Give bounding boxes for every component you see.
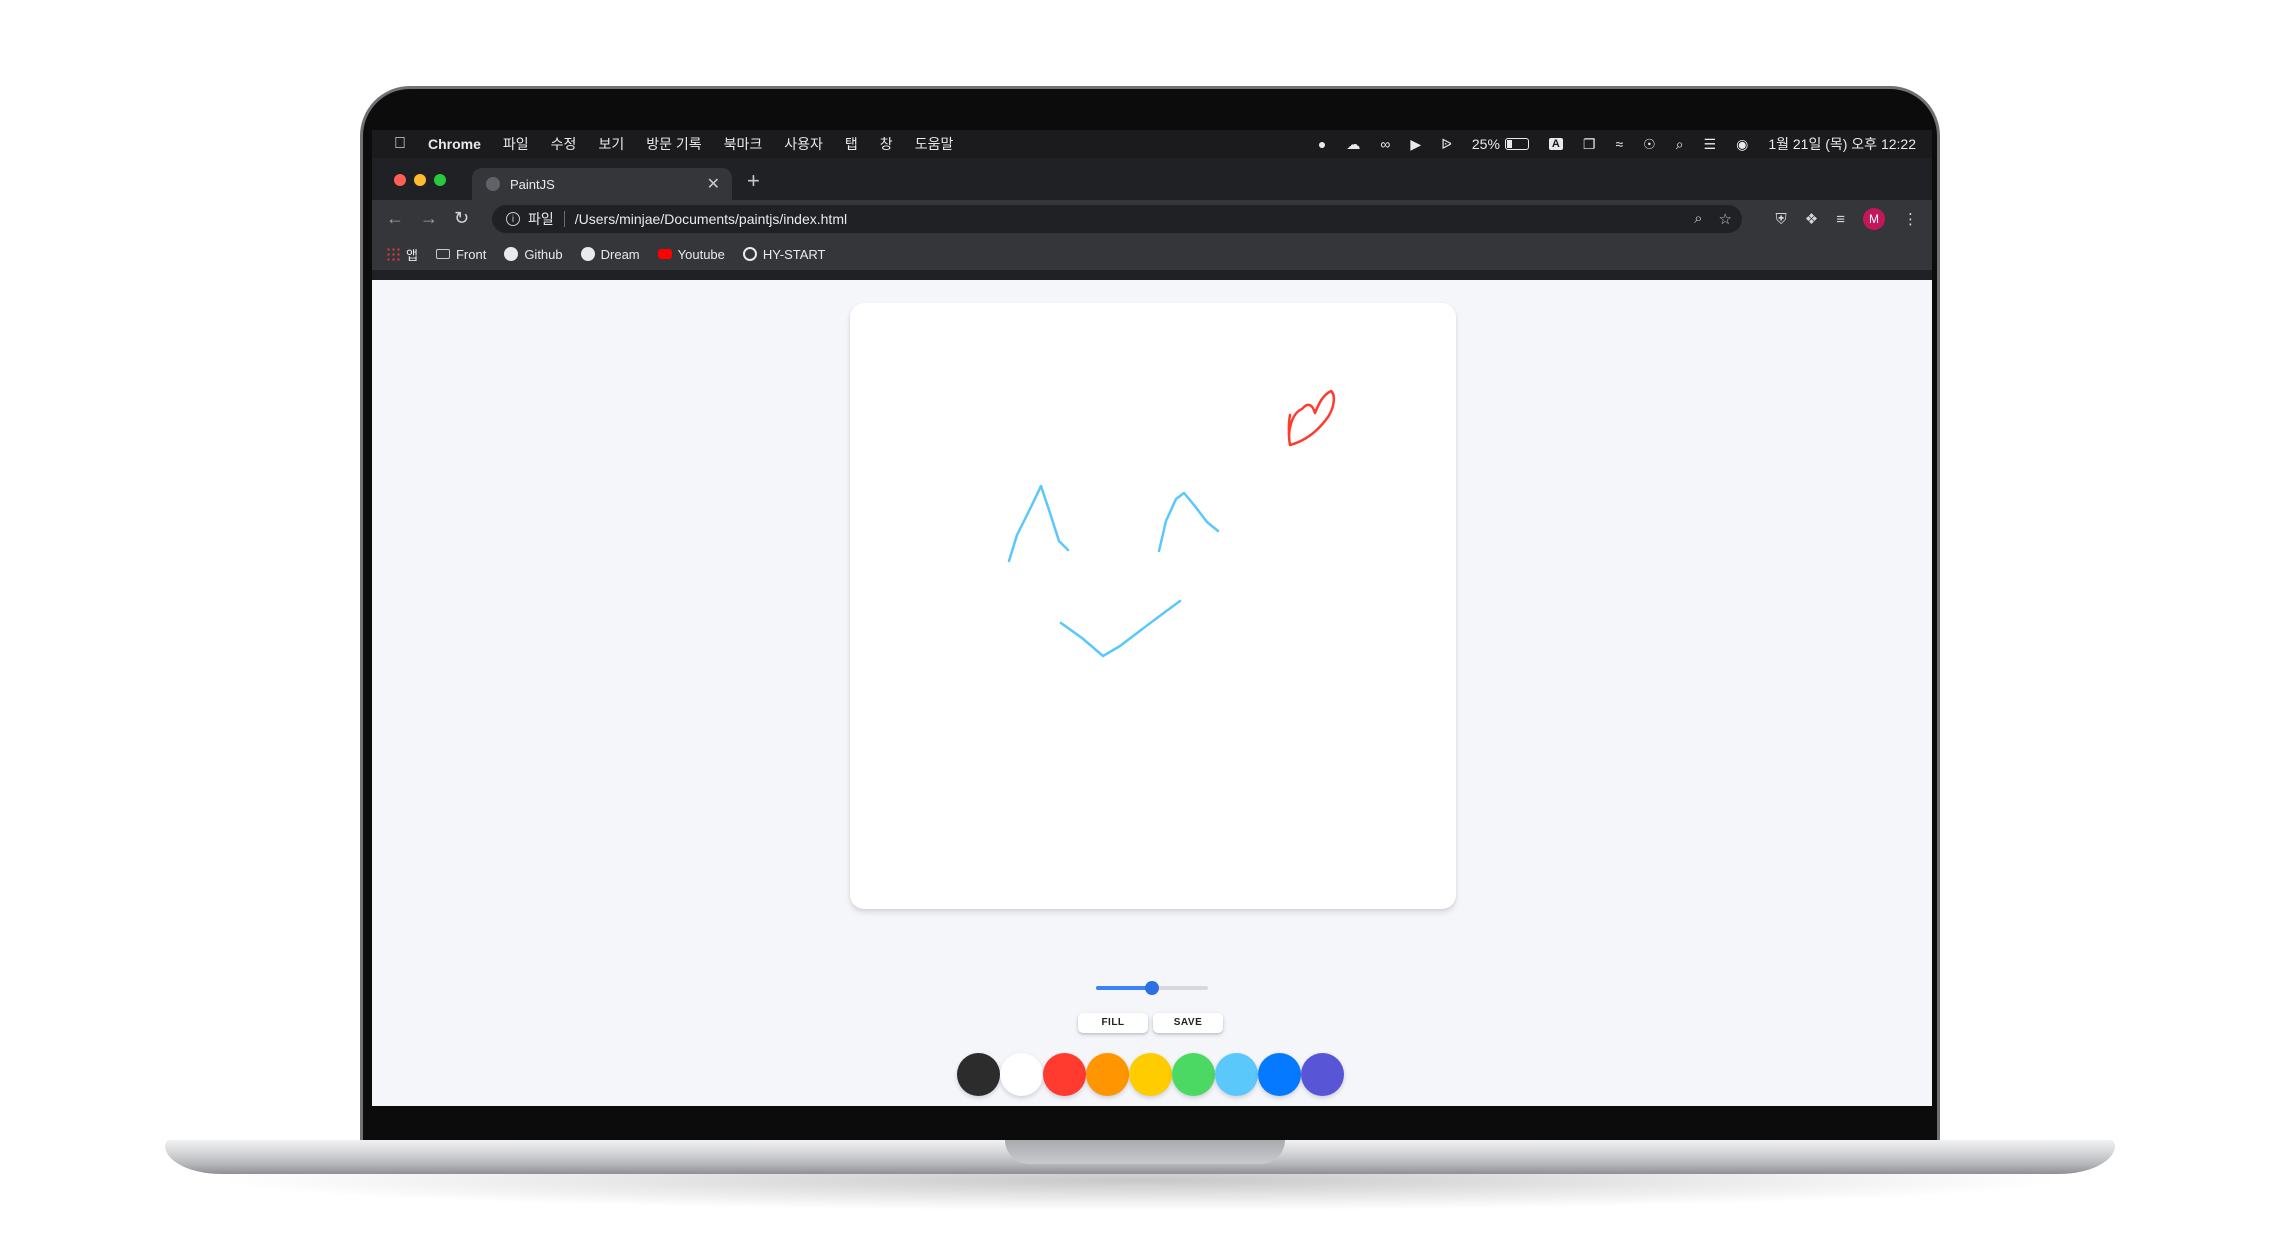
minimize-window-button[interactable] — [414, 174, 426, 186]
profile-avatar[interactable]: M — [1863, 208, 1885, 230]
menu-people[interactable]: 사용자 — [784, 134, 823, 154]
user-account-icon[interactable]: ☉ — [1643, 136, 1656, 153]
globe-favicon-icon — [486, 177, 500, 191]
color-swatch[interactable] — [957, 1053, 1000, 1096]
menu-help[interactable]: 도움말 — [915, 134, 954, 154]
menu-file[interactable]: 파일 — [503, 134, 529, 154]
battery-percent: 25% — [1471, 136, 1500, 152]
bookmark-hy-start[interactable]: HY-START — [742, 246, 826, 262]
back-arrow-icon[interactable]: ← — [386, 208, 404, 229]
reading-list-icon[interactable]: ≡ — [1836, 211, 1845, 228]
control-center-icon[interactable]: ☰ — [1704, 136, 1717, 153]
bookmarks-bar: 앱 Front Github Dream Youtube HY-START — [372, 238, 1932, 270]
color-swatch[interactable] — [1301, 1053, 1344, 1096]
shield-extension-icon[interactable]: ⛨ — [1776, 211, 1787, 228]
color-swatch[interactable] — [1043, 1053, 1086, 1096]
menu-bookmarks[interactable]: 북마크 — [724, 134, 763, 154]
extensions-puzzle-icon[interactable]: ❖ — [1805, 210, 1818, 228]
bookmark-youtube[interactable]: Youtube — [657, 246, 725, 262]
reload-icon[interactable]: ↻ — [454, 208, 469, 229]
mac-menubar:  Chrome 파일 수정 보기 방문 기록 북마크 사용자 탭 창 도움말 … — [372, 130, 1932, 158]
color-swatch[interactable] — [1258, 1053, 1301, 1096]
siri-icon[interactable]: ◉ — [1736, 136, 1748, 153]
cloud-sync-icon[interactable]: ☁ — [1346, 136, 1360, 153]
screen-bottom-bezel — [372, 1106, 1932, 1140]
battery-icon — [1504, 138, 1529, 150]
paint-canvas[interactable] — [850, 303, 1456, 909]
tab-strip: PaintJS ✕ + — [372, 158, 1932, 200]
color-swatch[interactable] — [1086, 1053, 1129, 1096]
menu-history[interactable]: 방문 기록 — [646, 134, 701, 154]
tab-close-icon[interactable]: ✕ — [707, 174, 720, 194]
bluetooth-icon[interactable]: ᐉ — [1441, 136, 1452, 153]
bookmark-star-icon[interactable]: ☆ — [1719, 210, 1732, 228]
color-swatch[interactable] — [1215, 1053, 1258, 1096]
slider-thumb[interactable] — [1145, 981, 1159, 995]
canvas-drawing — [1007, 389, 1336, 658]
slider-fill — [1096, 986, 1152, 990]
new-tab-button[interactable]: + — [747, 168, 760, 194]
apps-grid-icon — [386, 247, 400, 261]
menubar-clock[interactable]: 1월 21일 (목) 오후 12:22 — [1768, 134, 1916, 154]
menu-app-name[interactable]: Chrome — [428, 136, 481, 152]
fill-button[interactable]: FILL — [1078, 1013, 1148, 1033]
bookmark-github[interactable]: Github — [504, 246, 563, 262]
heart-stroke — [1287, 389, 1336, 447]
menu-window[interactable]: 창 — [880, 134, 893, 154]
apple-icon[interactable]:  — [394, 135, 406, 153]
notification-app-icon[interactable]: ● — [1318, 136, 1326, 152]
menu-view[interactable]: 보기 — [598, 134, 624, 154]
input-source-indicator[interactable]: A — [1548, 138, 1563, 150]
bookmark-label: Front — [455, 246, 487, 262]
play-circle-icon[interactable]: ▶ — [1410, 136, 1421, 153]
bookmark-label: Youtube — [677, 246, 725, 262]
spotlight-search-icon[interactable]: ⌕ — [1676, 136, 1684, 153]
tab-paintjs[interactable]: PaintJS ✕ — [472, 168, 732, 200]
address-bar[interactable]: i 파일 /Users/minjae/Documents/paintjs/ind… — [492, 205, 1742, 233]
left-eye-stroke — [1007, 484, 1070, 563]
wifi-icon[interactable]: ≈ — [1615, 136, 1623, 152]
glasses-icon[interactable]: ∞ — [1380, 136, 1390, 152]
color-swatch[interactable] — [1172, 1053, 1215, 1096]
color-swatch[interactable] — [1129, 1053, 1172, 1096]
globe-icon — [742, 247, 757, 261]
laptop-screen:  Chrome 파일 수정 보기 방문 기록 북마크 사용자 탭 창 도움말 … — [372, 130, 1932, 1106]
browser-toolbar: ← → ↻ i 파일 /Users/minjae/Documents/paint… — [372, 200, 1932, 238]
bookmark-label: HY-START — [762, 246, 826, 262]
paint-controls: FILL SAVE — [1078, 1013, 1223, 1033]
save-button[interactable]: SAVE — [1153, 1013, 1223, 1033]
mouth-stroke — [1059, 599, 1182, 658]
bookmark-label: Github — [524, 246, 563, 262]
forward-arrow-icon[interactable]: → — [420, 208, 438, 229]
dream-icon — [580, 247, 595, 261]
color-palette — [957, 1053, 1344, 1096]
right-eye-stroke — [1157, 491, 1220, 553]
bookmark-apps[interactable]: 앱 — [386, 245, 418, 264]
window-switch-icon[interactable]: ❐ — [1583, 136, 1596, 153]
zoom-magnifier-icon[interactable]: ⌕ — [1694, 210, 1702, 228]
bookmark-dream[interactable]: Dream — [580, 246, 640, 262]
page-viewport: FILL SAVE — [372, 280, 1932, 1106]
more-menu-icon[interactable]: ⋮ — [1903, 210, 1918, 228]
battery-status[interactable]: 25% — [1472, 136, 1529, 152]
github-icon — [504, 247, 519, 261]
tab-title: PaintJS — [510, 176, 555, 192]
zoom-window-button[interactable] — [434, 174, 446, 186]
close-window-button[interactable] — [394, 174, 406, 186]
bookmark-front[interactable]: Front — [435, 246, 487, 262]
url-separator — [563, 211, 565, 227]
brush-size-slider[interactable] — [1096, 981, 1208, 995]
folder-icon — [435, 249, 450, 259]
youtube-icon — [657, 249, 672, 259]
menu-tab[interactable]: 탭 — [845, 134, 858, 154]
site-info-icon[interactable]: i — [506, 212, 520, 226]
bookmark-label: 앱 — [406, 247, 418, 263]
url-text[interactable]: /Users/minjae/Documents/paintjs/index.ht… — [575, 211, 847, 227]
url-scheme-label: 파일 — [528, 211, 554, 227]
laptop-opening-notch — [1005, 1140, 1285, 1164]
color-swatch[interactable] — [1000, 1053, 1043, 1096]
menu-edit[interactable]: 수정 — [551, 134, 577, 154]
bookmark-label: Dream — [600, 246, 640, 262]
